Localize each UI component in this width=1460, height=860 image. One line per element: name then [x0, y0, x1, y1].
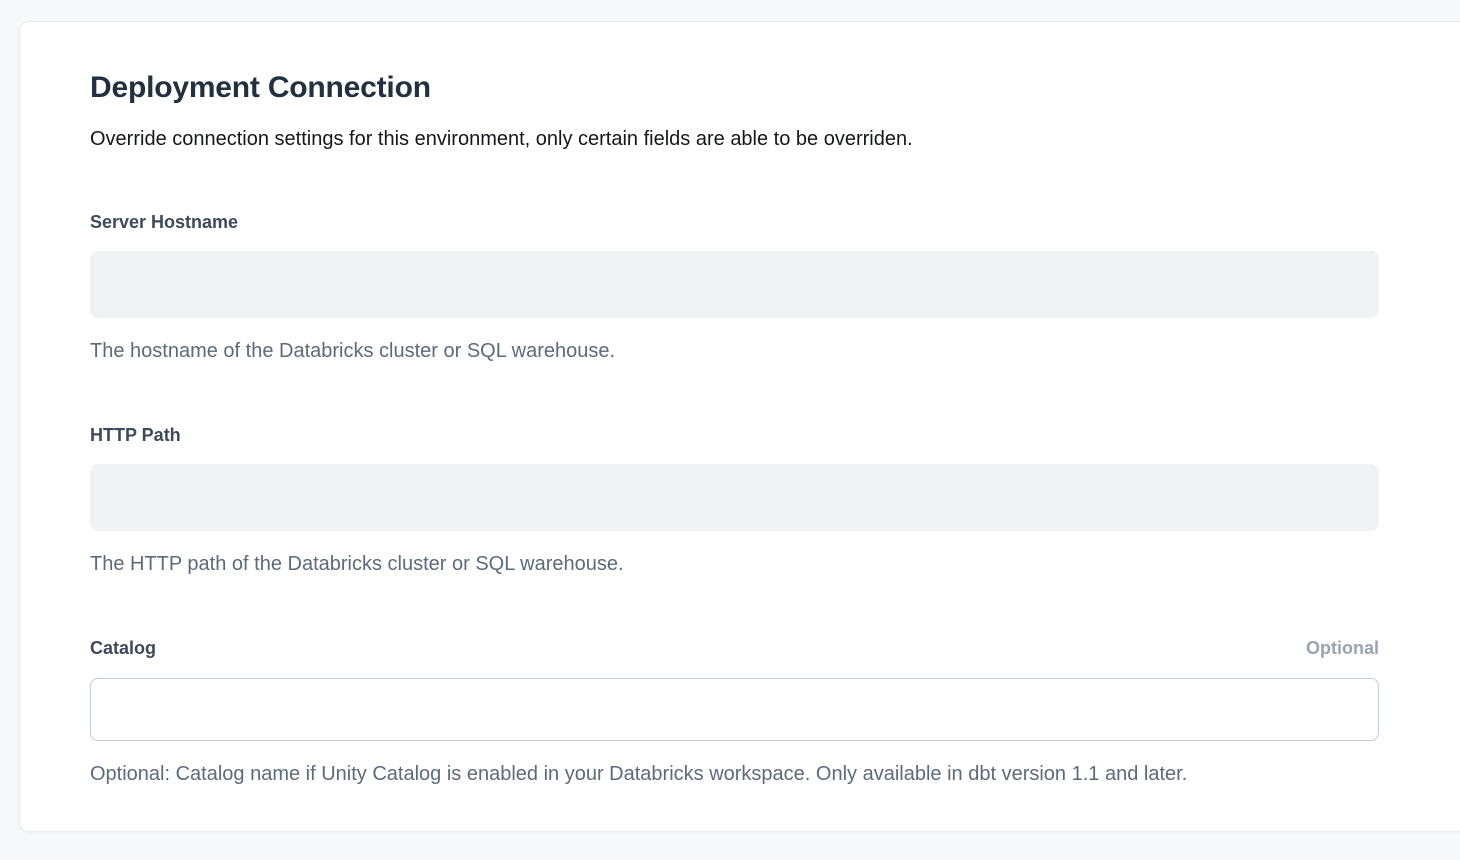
field-group-server-hostname: Server Hostname The hostname of the Data…: [90, 210, 1379, 364]
field-group-catalog: Catalog Optional Optional: Catalog name …: [90, 636, 1379, 787]
http-path-help: The HTTP path of the Databricks cluster …: [90, 552, 1379, 577]
page-title: Deployment Connection: [90, 70, 1379, 106]
catalog-input[interactable]: [90, 678, 1379, 741]
server-hostname-label: Server Hostname: [90, 210, 238, 234]
page-subtitle: Override connection settings for this en…: [90, 127, 1379, 152]
http-path-label: HTTP Path: [90, 423, 181, 447]
http-path-input: [90, 464, 1379, 531]
page-background: Deployment Connection Override connectio…: [0, 0, 1460, 860]
field-group-http-path: HTTP Path The HTTP path of the Databrick…: [90, 423, 1379, 577]
server-hostname-input: [90, 251, 1379, 318]
server-hostname-help: The hostname of the Databricks cluster o…: [90, 339, 1379, 364]
catalog-help: Optional: Catalog name if Unity Catalog …: [90, 762, 1379, 787]
deployment-connection-card: Deployment Connection Override connectio…: [19, 21, 1460, 832]
catalog-label: Catalog: [90, 636, 156, 660]
catalog-optional-badge: Optional: [1306, 636, 1379, 660]
